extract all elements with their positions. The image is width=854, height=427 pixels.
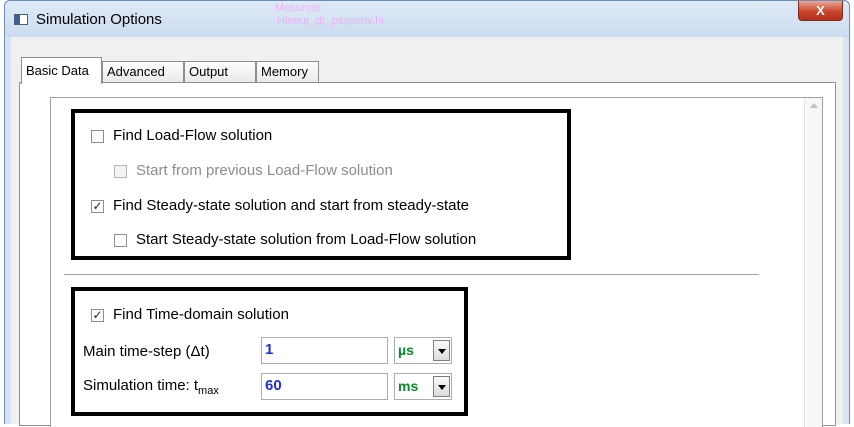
- checkbox-box[interactable]: [91, 130, 104, 143]
- scroll-up-arrow-icon[interactable]: [810, 103, 818, 108]
- main-time-step-input[interactable]: 1: [261, 337, 388, 364]
- tab-memory[interactable]: Memory: [256, 61, 319, 83]
- tab-output[interactable]: Output: [184, 61, 256, 83]
- chevron-down-icon[interactable]: [433, 340, 450, 361]
- time-domain-label: Find Time-domain solution: [113, 306, 289, 323]
- load-flow-label: Find Load-Flow solution: [113, 127, 273, 144]
- background-text: Hleeur_dr_psspertv.hi: [277, 15, 384, 27]
- checkbox-box: [114, 165, 127, 178]
- tab-basic-data[interactable]: Basic Data: [21, 57, 102, 84]
- steady-state-from-load-flow-label: Start Steady-state solution from Load-Fl…: [136, 231, 477, 248]
- simulation-time-unit-select[interactable]: ms: [394, 373, 452, 400]
- window-title: Simulation Options: [36, 11, 162, 28]
- simulation-time-label-sub: max: [198, 385, 219, 397]
- check-icon[interactable]: ✓: [91, 200, 104, 213]
- simulation-time-unit-value: ms: [398, 378, 419, 394]
- section-separator: [64, 274, 759, 275]
- time-step-unit-select[interactable]: µs: [394, 337, 452, 364]
- tab-advanced[interactable]: Advanced: [102, 61, 184, 83]
- main-time-step-label: Main time-step (Δt): [83, 343, 210, 360]
- vertical-scrollbar[interactable]: [804, 98, 822, 427]
- background-text: Mesurcer: [275, 2, 321, 14]
- title-bar[interactable]: Simulation Options Mesurcer Hleeur_dr_ps…: [5, 1, 849, 37]
- steady-state-label: Find Steady-state solution and start fro…: [113, 197, 470, 214]
- check-icon[interactable]: ✓: [91, 309, 104, 322]
- close-icon: X: [816, 3, 825, 18]
- simulation-options-window: Simulation Options Mesurcer Hleeur_dr_ps…: [4, 0, 850, 427]
- simulation-time-label-main: Simulation time: t: [83, 377, 199, 394]
- start-previous-load-flow-label: Start from previous Load-Flow solution: [136, 162, 393, 179]
- close-button[interactable]: X: [798, 1, 843, 21]
- simulation-time-input[interactable]: 60: [261, 373, 388, 400]
- time-step-unit-value: µs: [398, 342, 414, 358]
- app-icon: [14, 14, 28, 25]
- checkbox-box[interactable]: [114, 234, 127, 247]
- simulation-time-label: Simulation time: tmax: [83, 377, 219, 397]
- chevron-down-icon[interactable]: [433, 376, 450, 397]
- dialog-client-area: Basic Data Advanced Output Memory Find L…: [11, 37, 843, 427]
